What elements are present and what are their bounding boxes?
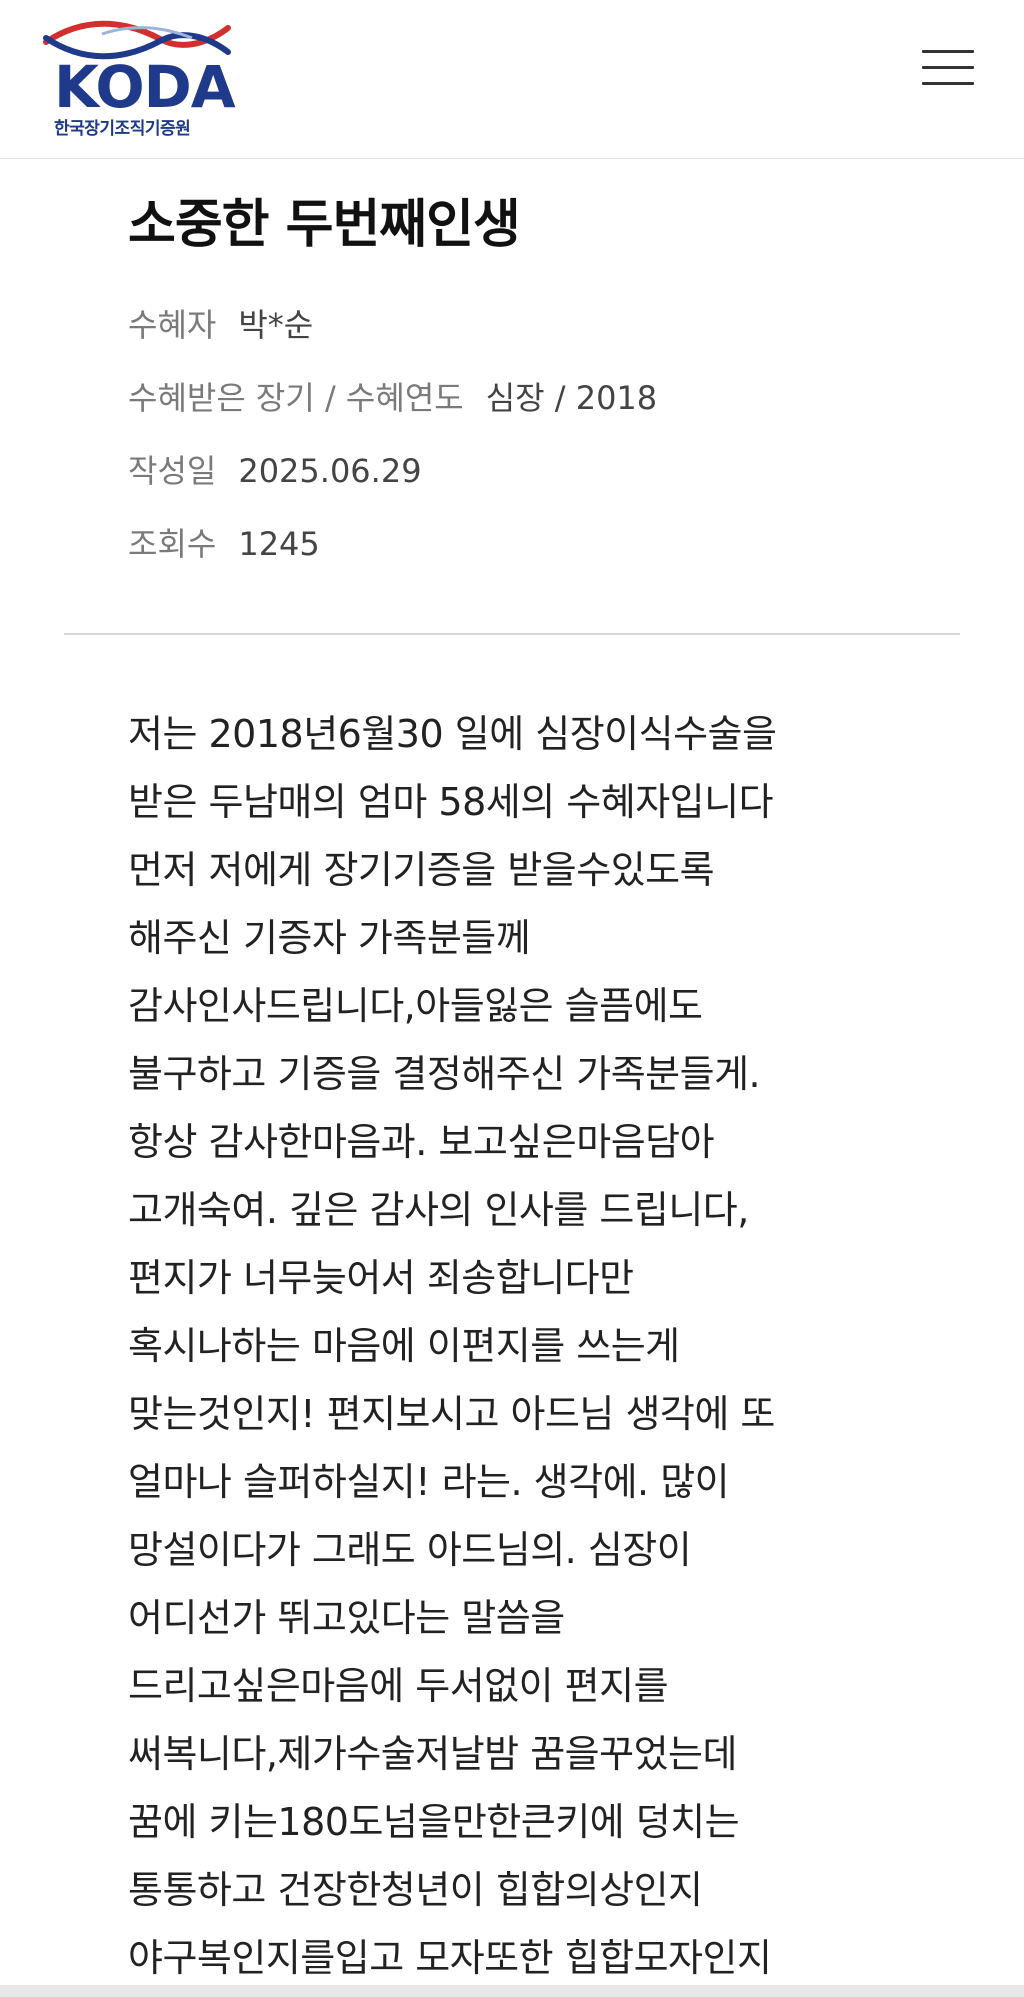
body-line: 감사인사드립니다,아들잃은 슬픔에도 — [128, 984, 703, 1028]
meta-value: 심장 / 2018 — [485, 379, 658, 417]
body-line: 혹시나하는 마음에 이편지를 쓰는게 — [128, 1324, 680, 1368]
meta-views: 조회수 1245 — [128, 519, 657, 592]
meta-label: 수혜받은 장기 / 수혜연도 — [128, 379, 464, 417]
body-line: 야구복인지를입고 모자또한 힙합모자인지 — [128, 1936, 772, 1980]
meta-label: 수혜자 — [128, 306, 217, 344]
body-line: 통통하고 건장한청년이 힙합의상인지 — [128, 1868, 703, 1912]
body-line: 맞는것인지! 편지보시고 아드님 생각에 또 — [128, 1392, 775, 1436]
meta-date: 작성일 2025.06.29 — [128, 446, 657, 519]
post-meta: 수혜자 박*순 수혜받은 장기 / 수혜연도 심장 / 2018 작성일 2025.0… — [128, 300, 657, 592]
body-line: 편지가 너무늦어서 죄송합니다만 — [128, 1256, 634, 1300]
body-line: 꿈에 키는180도넘을만한큰키에 덩치는 — [128, 1800, 740, 1844]
logo-text: KODA — [54, 53, 236, 121]
meta-organ-year: 수혜받은 장기 / 수혜연도 심장 / 2018 — [128, 373, 657, 446]
body-line: 저는 2018년6월30 일에 심장이식수술을 — [128, 712, 777, 756]
meta-recipient: 수혜자 박*순 — [128, 300, 657, 373]
body-line: 어디선가 뛰고있다는 말씀을 — [128, 1596, 565, 1640]
bottom-scroll-edge — [0, 1985, 1024, 1997]
site-header: KODA 한국장기조직기증원 — [0, 0, 1024, 159]
body-line: 항상 감사한마음과. 보고싶은마음담아 — [128, 1120, 715, 1164]
meta-value: 박*순 — [238, 306, 314, 344]
body-line: 먼저 저에게 장기기증을 받을수있도록 — [128, 848, 715, 892]
meta-label: 작성일 — [128, 452, 217, 490]
body-line: 얼마나 슬퍼하실지! 라는. 생각에. 많이 — [128, 1460, 730, 1504]
body-line: 불구하고 기증을 결정해주신 가족분들게. — [128, 1052, 761, 1096]
koda-logo[interactable]: KODA 한국장기조직기증원 — [42, 20, 236, 139]
letter-body: 저는 2018년6월30 일에 심장이식수술을 받은 두남매의 엄마 58세의 … — [128, 700, 928, 1992]
body-line: 써복니다,제가수술저날밤 꿈을꾸었는데 — [128, 1732, 737, 1776]
page-title: 소중한 두번째인생 — [128, 195, 521, 255]
body-line: 고개숙여. 깊은 감사의 인사를 드립니다, — [128, 1188, 749, 1232]
body-line: 해주신 기증자 가족분들께 — [128, 916, 531, 960]
body-line: 받은 두남매의 엄마 58세의 수혜자입니다 — [128, 780, 774, 824]
hamburger-menu-icon[interactable] — [918, 50, 978, 100]
logo-subtitle: 한국장기조직기증원 — [54, 119, 191, 139]
body-line: 망설이다가 그래도 아드님의. 심장이 — [128, 1528, 692, 1572]
meta-value: 1245 — [238, 525, 320, 563]
meta-label: 조회수 — [128, 525, 217, 563]
meta-value: 2025.06.29 — [238, 452, 422, 490]
content-divider — [64, 633, 960, 635]
body-line: 드리고싶은마음에 두서없이 편지를 — [128, 1664, 669, 1708]
